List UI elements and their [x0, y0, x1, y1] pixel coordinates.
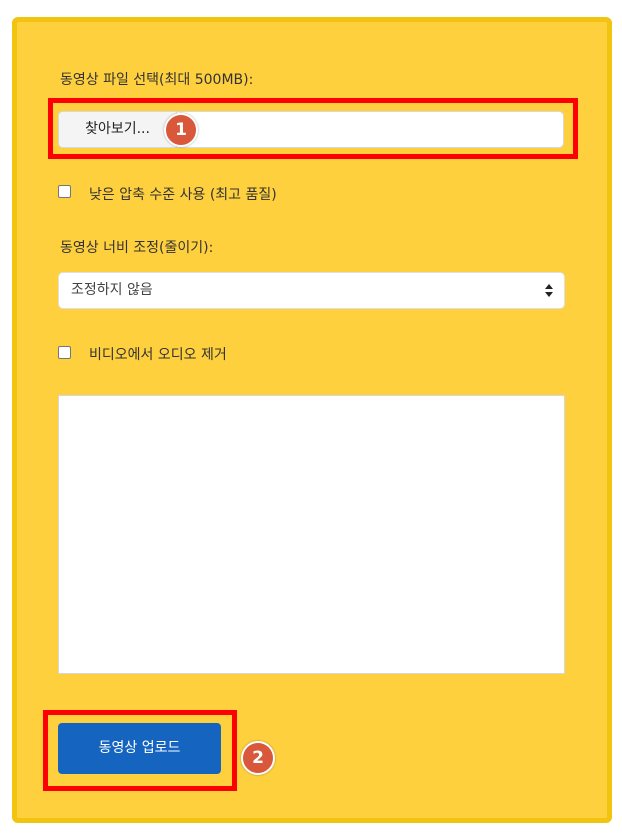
step-badge-1: 1 — [164, 113, 198, 147]
width-select-value: 조정하지 않음 — [71, 282, 153, 298]
highlight-box-1 — [48, 98, 578, 159]
highlight-box-2 — [43, 710, 237, 791]
output-textarea[interactable] — [58, 395, 565, 674]
low-compression-checkbox[interactable] — [58, 185, 71, 198]
file-select-label: 동영상 파일 선택(최대 500MB): — [60, 72, 254, 88]
width-select[interactable]: 조정하지 않음 — [58, 272, 565, 309]
step-badge-2: 2 — [241, 741, 275, 775]
low-compression-label: 낮은 압축 수준 사용 (최고 품질) — [89, 187, 277, 203]
up-down-caret-icon — [545, 284, 553, 297]
remove-audio-checkbox[interactable] — [58, 346, 71, 359]
remove-audio-label: 비디오에서 오디오 제거 — [89, 347, 227, 363]
width-adjust-label: 동영상 너비 조정(줄이기): — [60, 240, 214, 256]
